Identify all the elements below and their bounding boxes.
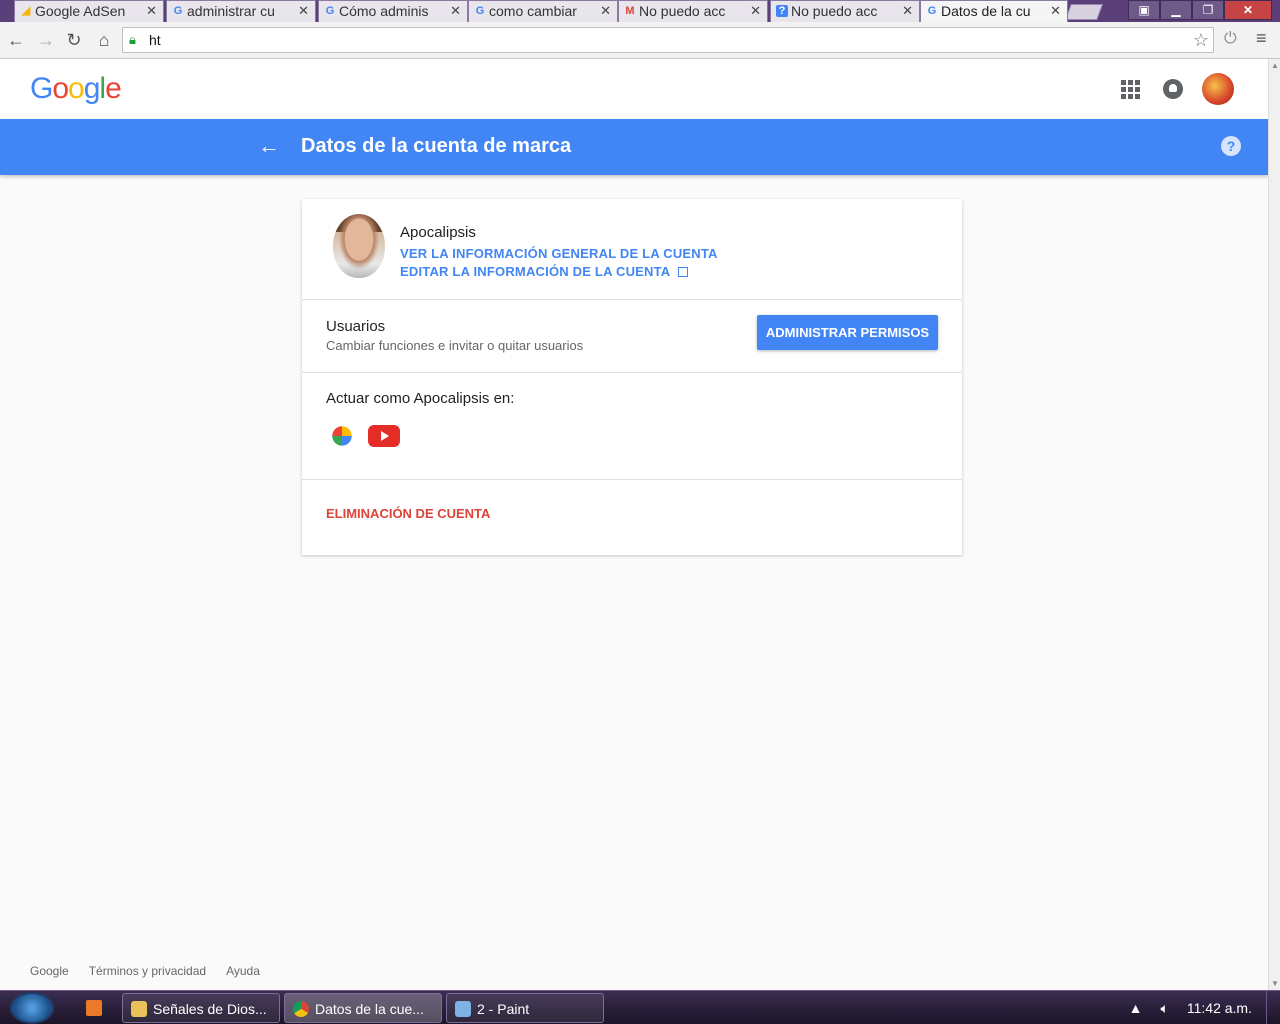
footer-link-help[interactable]: Ayuda (226, 964, 260, 978)
tab-administrar-cuenta[interactable]: G administrar cu ✕ (166, 0, 316, 22)
external-link-icon (678, 267, 689, 277)
tab-no-puedo-acceder-soporte[interactable]: ? No puedo acc ✕ (770, 0, 920, 22)
address-bar[interactable]: 🔒︎ ht ☆ (122, 27, 1214, 53)
support-icon: ? (776, 5, 788, 17)
act-as-title: Actuar como Apocalipsis en: (326, 390, 515, 407)
edit-account-info-label: EDITAR LA INFORMACIÓN DE LA CUENTA (400, 264, 671, 279)
tab-como-administrar[interactable]: G Cómo adminis ✕ (318, 0, 468, 22)
folder-icon (131, 1001, 147, 1017)
profile-name: Apocalipsis (400, 224, 476, 241)
chrome-icon (293, 1001, 309, 1017)
start-button[interactable] (10, 992, 54, 1024)
footer-link-google[interactable]: Google (30, 964, 69, 978)
tray-expand-icon[interactable]: ▲ (1129, 1000, 1143, 1017)
youtube-icon[interactable] (368, 425, 400, 447)
google-g-icon: G (325, 5, 335, 17)
page-title: Datos de la cuenta de marca (301, 135, 572, 157)
power-icon[interactable]: ⏻ (1224, 30, 1237, 48)
show-desktop-button[interactable] (1266, 991, 1280, 1024)
notifications-icon[interactable] (1163, 79, 1183, 99)
taskbar-item-label: Señales de Dios... (153, 1001, 267, 1017)
browser-tab-strip: ◢ Google AdSen ✕ G administrar cu ✕ G Có… (0, 0, 1280, 22)
edit-account-info-link[interactable]: EDITAR LA INFORMACIÓN DE LA CUENTA (400, 264, 689, 279)
scroll-up-icon[interactable]: ▲ (1271, 61, 1279, 70)
new-tab-button[interactable] (1065, 4, 1103, 20)
manage-permissions-button[interactable]: ADMINISTRAR PERMISOS (757, 315, 938, 350)
paint-icon (455, 1001, 471, 1017)
close-icon[interactable]: ✕ (600, 3, 611, 19)
google-logo[interactable]: Google (30, 72, 122, 106)
tab-como-cambiar[interactable]: G como cambiar ✕ (468, 0, 618, 22)
maximize-button[interactable]: ❐ (1192, 0, 1224, 20)
close-icon[interactable]: ✕ (450, 3, 461, 19)
media-player-icon[interactable] (86, 1000, 102, 1016)
volume-icon[interactable]: 🔈︎ (1160, 1000, 1168, 1017)
page-header-bar: ← Datos de la cuenta de marca ? (0, 119, 1268, 175)
taskbar-item-paint[interactable]: 2 - Paint (446, 993, 604, 1023)
apps-icon[interactable] (1118, 77, 1142, 101)
scroll-down-icon[interactable]: ▼ (1271, 979, 1279, 988)
brand-account-card: Apocalipsis VER LA INFORMACIÓN GENERAL D… (302, 199, 962, 555)
profile-icon[interactable]: ▣ (1128, 0, 1160, 20)
delete-section: ELIMINACIÓN DE CUENTA (302, 480, 962, 555)
taskbar-item-chrome[interactable]: Datos de la cue... (284, 993, 442, 1023)
help-icon[interactable]: ? (1221, 136, 1241, 156)
tab-datos-cuenta-active[interactable]: G Datos de la cu ✕ (920, 0, 1068, 22)
adsense-icon: ◢ (21, 5, 31, 17)
google-g-icon: G (927, 5, 937, 17)
page-scrollbar[interactable]: ▲ ▼ (1268, 59, 1280, 990)
close-icon[interactable]: ✕ (1050, 3, 1061, 19)
act-as-section: Actuar como Apocalipsis en: (302, 373, 962, 480)
system-tray: ▲ 🔈︎ 11:42 a.m. (1129, 1000, 1252, 1017)
menu-icon[interactable]: ≡ (1256, 28, 1267, 49)
tab-no-puedo-acceder-gmail[interactable]: M No puedo acc ✕ (618, 0, 768, 22)
tab-google-adsense[interactable]: ◢ Google AdSen ✕ (14, 0, 164, 22)
back-arrow-icon[interactable]: ← (258, 133, 280, 159)
users-title: Usuarios (326, 318, 386, 335)
forward-icon[interactable]: → (36, 30, 56, 50)
google-header: Google (0, 59, 1268, 119)
window-controls: ▣ ▁ ❐ ✕ (1128, 0, 1272, 22)
account-avatar[interactable] (1202, 73, 1234, 105)
view-account-overview-link[interactable]: VER LA INFORMACIÓN GENERAL DE LA CUENTA (400, 246, 718, 261)
close-icon[interactable]: ✕ (902, 3, 913, 19)
profile-section: Apocalipsis VER LA INFORMACIÓN GENERAL D… (302, 199, 962, 300)
google-g-icon: G (475, 5, 485, 17)
lock-icon: 🔒︎ (129, 32, 136, 47)
clock[interactable]: 11:42 a.m. (1187, 1000, 1252, 1017)
users-section: Usuarios Cambiar funciones e invitar o q… (302, 300, 962, 373)
taskbar-item-label: 2 - Paint (477, 1001, 530, 1017)
close-icon[interactable]: ✕ (146, 3, 157, 19)
star-icon[interactable]: ☆ (1193, 30, 1209, 51)
google-g-icon: G (173, 5, 183, 17)
footer-link-terms[interactable]: Términos y privacidad (89, 964, 206, 978)
google-photos-icon[interactable] (326, 423, 358, 449)
back-icon[interactable]: ← (6, 30, 26, 50)
delete-account-link[interactable]: ELIMINACIÓN DE CUENTA (326, 506, 490, 521)
taskbar-item-label: Datos de la cue... (315, 1001, 424, 1017)
browser-toolbar: ← → ↻ ⌂ 🔒︎ ht ☆ ⏻ ≡ (0, 22, 1280, 59)
users-subtitle: Cambiar funciones e invitar o quitar usu… (326, 338, 584, 353)
gmail-icon: M (625, 5, 635, 17)
minimize-button[interactable]: ▁ (1160, 0, 1192, 20)
windows-taskbar: Señales de Dios... Datos de la cue... 2 … (0, 990, 1280, 1024)
home-icon[interactable]: ⌂ (94, 30, 114, 50)
page-footer: Google Términos y privacidad Ayuda (30, 964, 260, 978)
taskbar-item-explorer[interactable]: Señales de Dios... (122, 993, 280, 1023)
close-icon[interactable]: ✕ (298, 3, 309, 19)
reload-icon[interactable]: ↻ (64, 30, 84, 50)
close-icon[interactable]: ✕ (750, 3, 761, 19)
url-text: ht (149, 32, 161, 48)
profile-photo (333, 214, 385, 278)
close-window-button[interactable]: ✕ (1224, 0, 1272, 20)
